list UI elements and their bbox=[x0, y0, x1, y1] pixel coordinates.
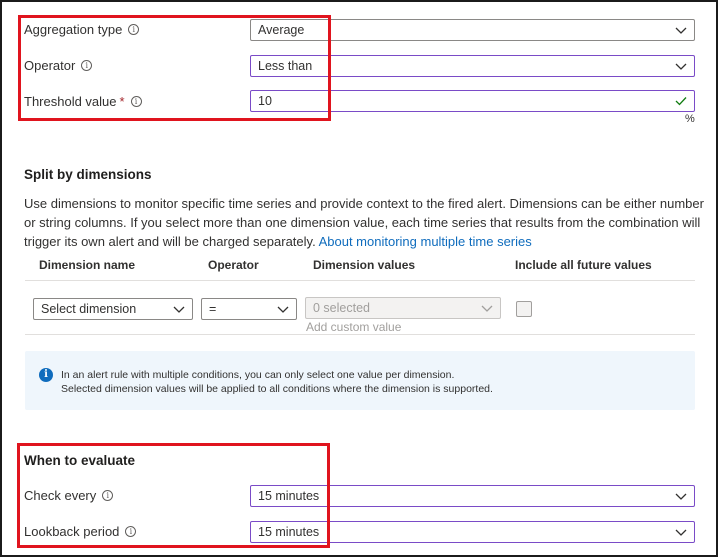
info-line-2: Selected dimension values will be applie… bbox=[61, 383, 493, 395]
chevron-down-icon bbox=[675, 27, 687, 34]
chevron-down-icon bbox=[481, 305, 493, 312]
info-line-1: In an alert rule with multiple condition… bbox=[61, 369, 455, 381]
col-dimension-name: Dimension name bbox=[39, 258, 136, 272]
split-heading: Split by dimensions bbox=[24, 167, 152, 182]
alert-condition-panel: Aggregation type i Average Operator i Le… bbox=[0, 0, 718, 557]
chevron-down-icon bbox=[675, 493, 687, 500]
col-dimension-values: Dimension values bbox=[313, 258, 416, 272]
highlight-box-evaluate bbox=[17, 443, 330, 548]
table-header-divider bbox=[25, 280, 695, 281]
chevron-down-icon bbox=[173, 306, 185, 313]
chevron-down-icon bbox=[675, 529, 687, 536]
dimension-name-dropdown[interactable]: Select dimension bbox=[33, 298, 193, 320]
col-include-future-values: Include all future values bbox=[515, 258, 652, 272]
include-future-values-checkbox[interactable] bbox=[516, 301, 532, 317]
dimension-values-dropdown[interactable]: 0 selected bbox=[305, 297, 501, 319]
highlight-box-condition bbox=[18, 15, 331, 121]
col-operator: Operator bbox=[208, 258, 259, 272]
threshold-unit: % bbox=[685, 113, 695, 125]
dimension-operator-dropdown[interactable]: = bbox=[201, 298, 297, 320]
table-row-divider bbox=[25, 334, 695, 335]
add-custom-value[interactable]: Add custom value bbox=[306, 320, 401, 334]
checkmark-icon bbox=[675, 97, 687, 106]
chevron-down-icon bbox=[277, 306, 289, 313]
about-multiple-time-series-link[interactable]: About monitoring multiple time series bbox=[319, 234, 532, 249]
multi-condition-info-box: i In an alert rule with multiple conditi… bbox=[25, 351, 695, 410]
split-description: Use dimensions to monitor specific time … bbox=[24, 196, 704, 249]
info-icon: i bbox=[39, 368, 53, 382]
chevron-down-icon bbox=[675, 63, 687, 70]
